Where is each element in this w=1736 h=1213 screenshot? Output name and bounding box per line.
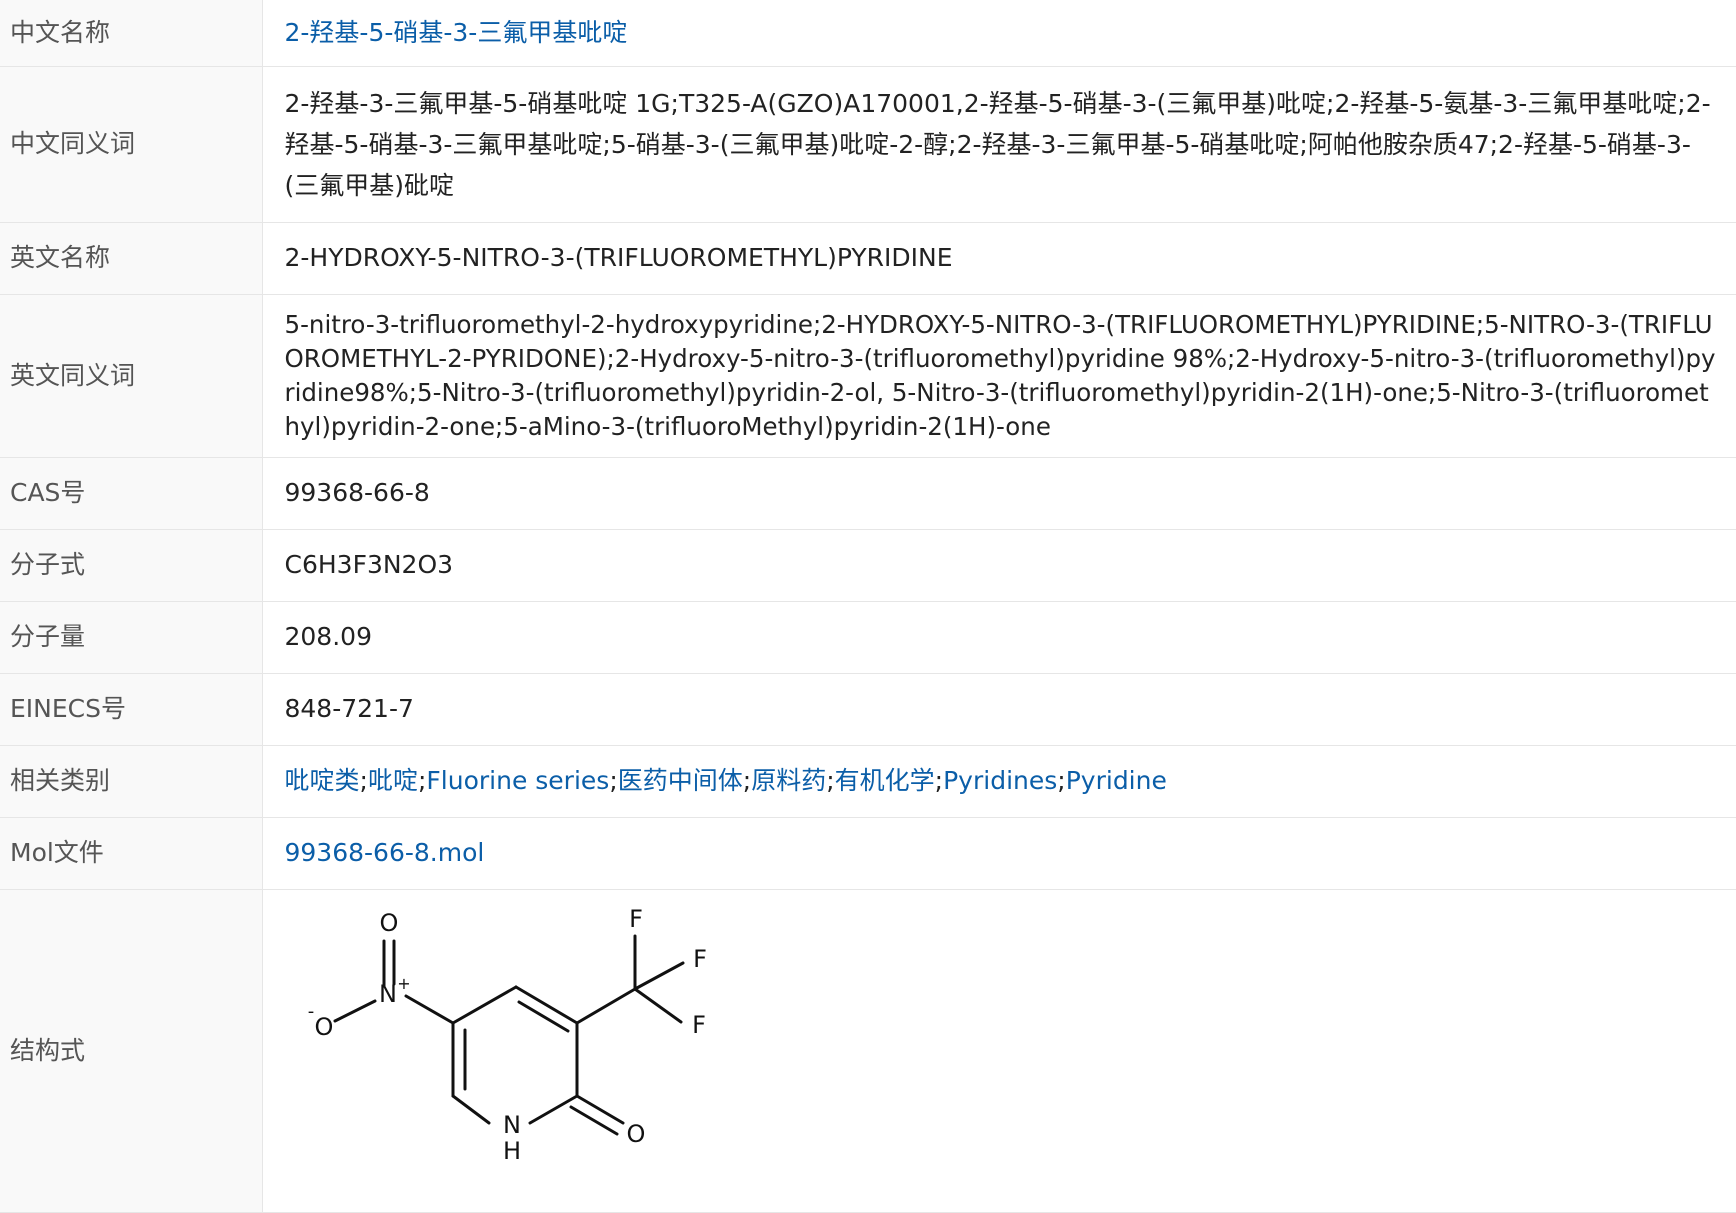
category-separator: ;: [609, 766, 618, 795]
category-list: 吡啶类;吡啶;Fluorine series;医药中间体;原料药;有机化学;Py…: [262, 745, 1736, 818]
row-einecs: EINECS号 848-721-7: [0, 673, 1736, 746]
row-label-en-synonyms: 英文同义词: [0, 294, 263, 458]
category-separator: ;: [742, 766, 752, 795]
cn-name-link[interactable]: 2-羟基-5-硝基-3-三氟甲基吡啶: [285, 18, 628, 47]
row-category: 相关类别 吡啶类;吡啶;Fluorine series;医药中间体;原料药;有机…: [0, 745, 1736, 818]
category-separator: ;: [1057, 766, 1066, 795]
property-table: 中文名称 2-羟基-5-硝基-3-三氟甲基吡啶 中文同义词 2-羟基-3-三氟甲…: [0, 0, 1736, 1213]
atom-label: H: [502, 1137, 520, 1165]
einecs-value: 848-721-7: [262, 673, 1736, 746]
structure-diagram: O N + - O F F F N H O: [307, 905, 707, 1165]
mol-file-link[interactable]: 99368-66-8.mol: [285, 838, 485, 867]
row-structure: 结构式 O N + - O F F F N H O: [0, 889, 1736, 1213]
row-cn-synonyms: 中文同义词 2-羟基-3-三氟甲基-5-硝基吡啶 1G;T325-A(GZO)A…: [0, 66, 1736, 223]
atom-label: -: [307, 1001, 314, 1022]
row-label-en-name: 英文名称: [0, 222, 263, 295]
row-mw: 分子量 208.09: [0, 601, 1736, 674]
category-link[interactable]: Pyridine: [1066, 766, 1167, 795]
atom-label: O: [379, 909, 398, 937]
atom-label: F: [692, 1011, 706, 1039]
row-label-structure: 结构式: [0, 889, 263, 1213]
row-label-cn-name: 中文名称: [0, 0, 263, 67]
structure-cell: O N + - O F F F N H O: [262, 889, 1736, 1213]
category-link[interactable]: 吡啶: [368, 766, 418, 795]
row-formula: 分子式 C6H3F3N2O3: [0, 529, 1736, 602]
category-link[interactable]: 原料药: [751, 766, 826, 795]
category-link[interactable]: 有机化学: [835, 766, 935, 795]
atom-label: O: [626, 1120, 645, 1148]
en-synonyms-value: 5-nitro-3-trifluoromethyl-2-hydroxypyrid…: [262, 294, 1736, 458]
formula-value: C6H3F3N2O3: [262, 529, 1736, 602]
atom-label: F: [629, 905, 643, 933]
cn-synonyms-value: 2-羟基-3-三氟甲基-5-硝基吡啶 1G;T325-A(GZO)A170001…: [262, 66, 1736, 223]
row-label-mw: 分子量: [0, 601, 263, 674]
category-link[interactable]: 吡啶类: [285, 766, 360, 795]
row-label-mol: Mol文件: [0, 817, 263, 890]
row-label-cn-synonyms: 中文同义词: [0, 66, 263, 223]
row-cn-name: 中文名称 2-羟基-5-硝基-3-三氟甲基吡啶: [0, 0, 1736, 67]
mw-value: 208.09: [262, 601, 1736, 674]
row-en-synonyms: 英文同义词 5-nitro-3-trifluoromethyl-2-hydrox…: [0, 294, 1736, 458]
atom-label: F: [693, 945, 707, 973]
category-separator: ;: [359, 766, 368, 795]
atom-label: +: [397, 974, 410, 993]
category-link[interactable]: Fluorine series: [426, 766, 609, 795]
category-separator: ;: [934, 766, 944, 795]
atom-label: O: [314, 1013, 333, 1041]
row-label-formula: 分子式: [0, 529, 263, 602]
row-mol: Mol文件 99368-66-8.mol: [0, 817, 1736, 890]
row-cas: CAS号 99368-66-8: [0, 457, 1736, 530]
en-name-value: 2-HYDROXY-5-NITRO-3-(TRIFLUOROMETHYL)PYR…: [262, 222, 1736, 295]
row-label-cas: CAS号: [0, 457, 263, 530]
atom-label: N: [379, 980, 397, 1008]
cas-value: 99368-66-8: [262, 457, 1736, 530]
category-link[interactable]: 医药中间体: [618, 766, 743, 795]
row-label-category: 相关类别: [0, 745, 263, 818]
atom-label: N: [503, 1111, 521, 1139]
category-link[interactable]: Pyridines: [943, 766, 1057, 795]
row-en-name: 英文名称 2-HYDROXY-5-NITRO-3-(TRIFLUOROMETHY…: [0, 222, 1736, 295]
category-separator: ;: [826, 766, 835, 795]
row-label-einecs: EINECS号: [0, 673, 263, 746]
